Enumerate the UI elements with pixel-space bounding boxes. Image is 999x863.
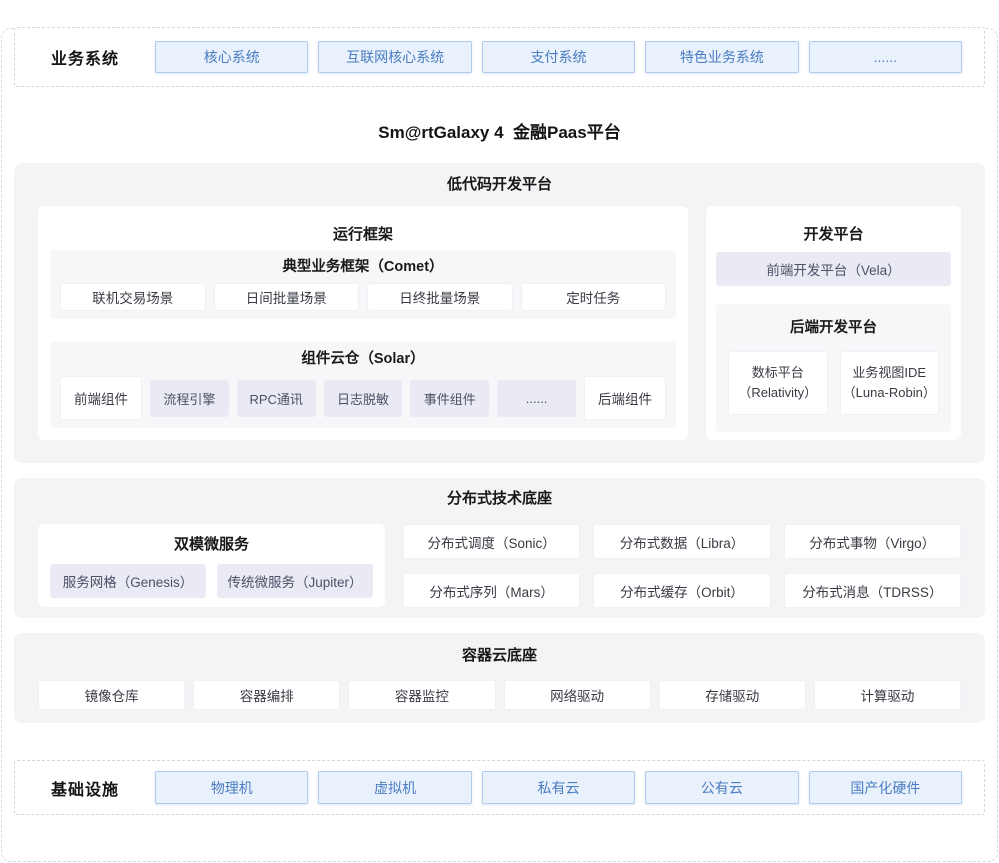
distributed-base-body: 双模微服务 服务网格（Genesis） 传统微服务（Jupiter） 分布式调度…: [38, 524, 961, 608]
chip-eod-batch-scenario: 日终批量场景: [367, 283, 513, 311]
container-cloud-base-section: 容器云底座 镜像仓库 容器编排 容器监控 网络驱动 存储驱动 计算驱动: [14, 633, 985, 723]
solar-chips: 前端组件 流程引擎 RPC通讯 日志脱敏 事件组件 ...... 后端组件: [60, 376, 666, 420]
dual-mode-microservices-title: 双模微服务: [50, 536, 373, 554]
distributed-services-grid: 分布式调度（Sonic） 分布式数据（Libra） 分布式事物（Virgo） 分…: [403, 524, 961, 608]
chip-core-system: 核心系统: [155, 41, 308, 73]
chip-intraday-batch-scenario: 日间批量场景: [214, 283, 360, 311]
chip-business-ellipsis: ......: [809, 41, 962, 73]
chip-compute-driver: 计算驱动: [814, 680, 961, 710]
dual-mode-microservices-panel: 双模微服务 服务网格（Genesis） 传统微服务（Jupiter）: [38, 524, 385, 607]
chip-domestic-hardware: 国产化硬件: [809, 771, 962, 804]
chip-scheduled-task: 定时任务: [521, 283, 667, 311]
chip-backend-component: 后端组件: [584, 376, 666, 420]
chip-log-masking: 日志脱敏: [324, 380, 403, 417]
chip-service-mesh-genesis: 服务网格（Genesis）: [50, 564, 206, 598]
chip-business-view-ide-luna-robin: 业务视图IDE （Luna-Robin）: [840, 351, 940, 415]
business-systems-label: 业务系统: [51, 45, 155, 69]
chip-image-repository: 镜像仓库: [38, 680, 185, 710]
chip-public-cloud: 公有云: [645, 771, 798, 804]
backend-dev-chips: 数标平台 （Relativity） 业务视图IDE （Luna-Robin）: [728, 351, 939, 415]
chip-data-standard-platform-relativity: 数标平台 （Relativity）: [728, 351, 828, 415]
distributed-base-title: 分布式技术底座: [38, 490, 961, 508]
infrastructure-label: 基础设施: [51, 776, 155, 800]
chip-container-orchestration: 容器编排: [193, 680, 340, 710]
comet-chips: 联机交易场景 日间批量场景 日终批量场景 定时任务: [60, 283, 666, 311]
chip-distributed-scheduling-sonic: 分布式调度（Sonic）: [403, 524, 580, 559]
business-systems-chips: 核心系统 互联网核心系统 支付系统 特色业务系统 ......: [155, 41, 962, 73]
chip-virtual-machine: 虚拟机: [318, 771, 471, 804]
chip-event-component: 事件组件: [410, 380, 489, 417]
chip-line1: 数标平台: [752, 363, 804, 383]
chip-process-engine: 流程引擎: [150, 380, 229, 417]
chip-payment-system: 支付系统: [482, 41, 635, 73]
business-systems-row: 业务系统 核心系统 互联网核心系统 支付系统 特色业务系统 ......: [14, 27, 985, 87]
chip-private-cloud: 私有云: [482, 771, 635, 804]
chip-distributed-data-libra: 分布式数据（Libra）: [593, 524, 770, 559]
solar-component-cloud-box: 组件云仓（Solar） 前端组件 流程引擎 RPC通讯 日志脱敏 事件组件 ..…: [50, 342, 676, 428]
architecture-diagram: 业务系统 核心系统 互联网核心系统 支付系统 特色业务系统 ...... Sm@…: [0, 27, 999, 815]
runtime-framework-title: 运行框架: [50, 226, 676, 244]
infrastructure-row: 基础设施 物理机 虚拟机 私有云 公有云 国产化硬件: [14, 760, 985, 815]
chip-physical-machine: 物理机: [155, 771, 308, 804]
chip-distributed-message-tdrss: 分布式消息（TDRSS）: [784, 573, 961, 608]
chip-special-business-system: 特色业务系统: [645, 41, 798, 73]
chip-solar-ellipsis: ......: [497, 380, 576, 417]
chip-line1: 业务视图IDE: [852, 363, 926, 383]
chip-distributed-cache-orbit: 分布式缓存（Orbit）: [593, 573, 770, 608]
dual-mode-chips: 服务网格（Genesis） 传统微服务（Jupiter）: [50, 564, 373, 598]
chip-traditional-microservice-jupiter: 传统微服务（Jupiter）: [217, 564, 373, 598]
chip-line2: （Luna-Robin）: [843, 383, 936, 403]
chip-internet-core-system: 互联网核心系统: [318, 41, 471, 73]
solar-component-cloud-title: 组件云仓（Solar）: [60, 350, 666, 368]
chip-frontend-component: 前端组件: [60, 376, 142, 420]
backend-dev-platform-box: 后端开发平台 数标平台 （Relativity） 业务视图IDE （Luna-R…: [716, 304, 951, 432]
chip-rpc-communication: RPC通讯: [237, 380, 316, 417]
chip-distributed-sequence-mars: 分布式序列（Mars）: [403, 573, 580, 608]
chip-storage-driver: 存储驱动: [659, 680, 806, 710]
page-title: Sm@rtGalaxy 4 金融Paas平台: [14, 118, 985, 138]
container-cloud-chips: 镜像仓库 容器编排 容器监控 网络驱动 存储驱动 计算驱动: [38, 680, 961, 710]
infrastructure-chips: 物理机 虚拟机 私有云 公有云 国产化硬件: [155, 771, 962, 804]
comet-framework-box: 典型业务框架（Comet） 联机交易场景 日间批量场景 日终批量场景 定时任务: [50, 250, 676, 319]
chip-line2: （Relativity）: [738, 383, 817, 403]
lowcode-platform-body: 运行框架 典型业务框架（Comet） 联机交易场景 日间批量场景 日终批量场景 …: [38, 206, 961, 440]
chip-network-driver: 网络驱动: [504, 680, 651, 710]
chip-container-monitoring: 容器监控: [348, 680, 495, 710]
runtime-framework-panel: 运行框架 典型业务框架（Comet） 联机交易场景 日间批量场景 日终批量场景 …: [38, 206, 688, 440]
lowcode-platform-title: 低代码开发平台: [38, 176, 961, 194]
dev-platform-title: 开发平台: [716, 226, 951, 244]
comet-framework-title: 典型业务框架（Comet）: [60, 258, 666, 276]
chip-frontend-dev-platform-vela: 前端开发平台（Vela）: [716, 252, 951, 286]
chip-online-trading-scenario: 联机交易场景: [60, 283, 206, 311]
chip-distributed-transaction-virgo: 分布式事物（Virgo）: [784, 524, 961, 559]
container-cloud-base-title: 容器云底座: [38, 647, 961, 665]
lowcode-platform-section: 低代码开发平台 运行框架 典型业务框架（Comet） 联机交易场景 日间批量场景…: [14, 163, 985, 463]
dev-platform-panel: 开发平台 前端开发平台（Vela） 后端开发平台 数标平台 （Relativit…: [706, 206, 961, 440]
distributed-base-section: 分布式技术底座 双模微服务 服务网格（Genesis） 传统微服务（Jupite…: [14, 478, 985, 618]
backend-dev-platform-title: 后端开发平台: [728, 319, 939, 337]
